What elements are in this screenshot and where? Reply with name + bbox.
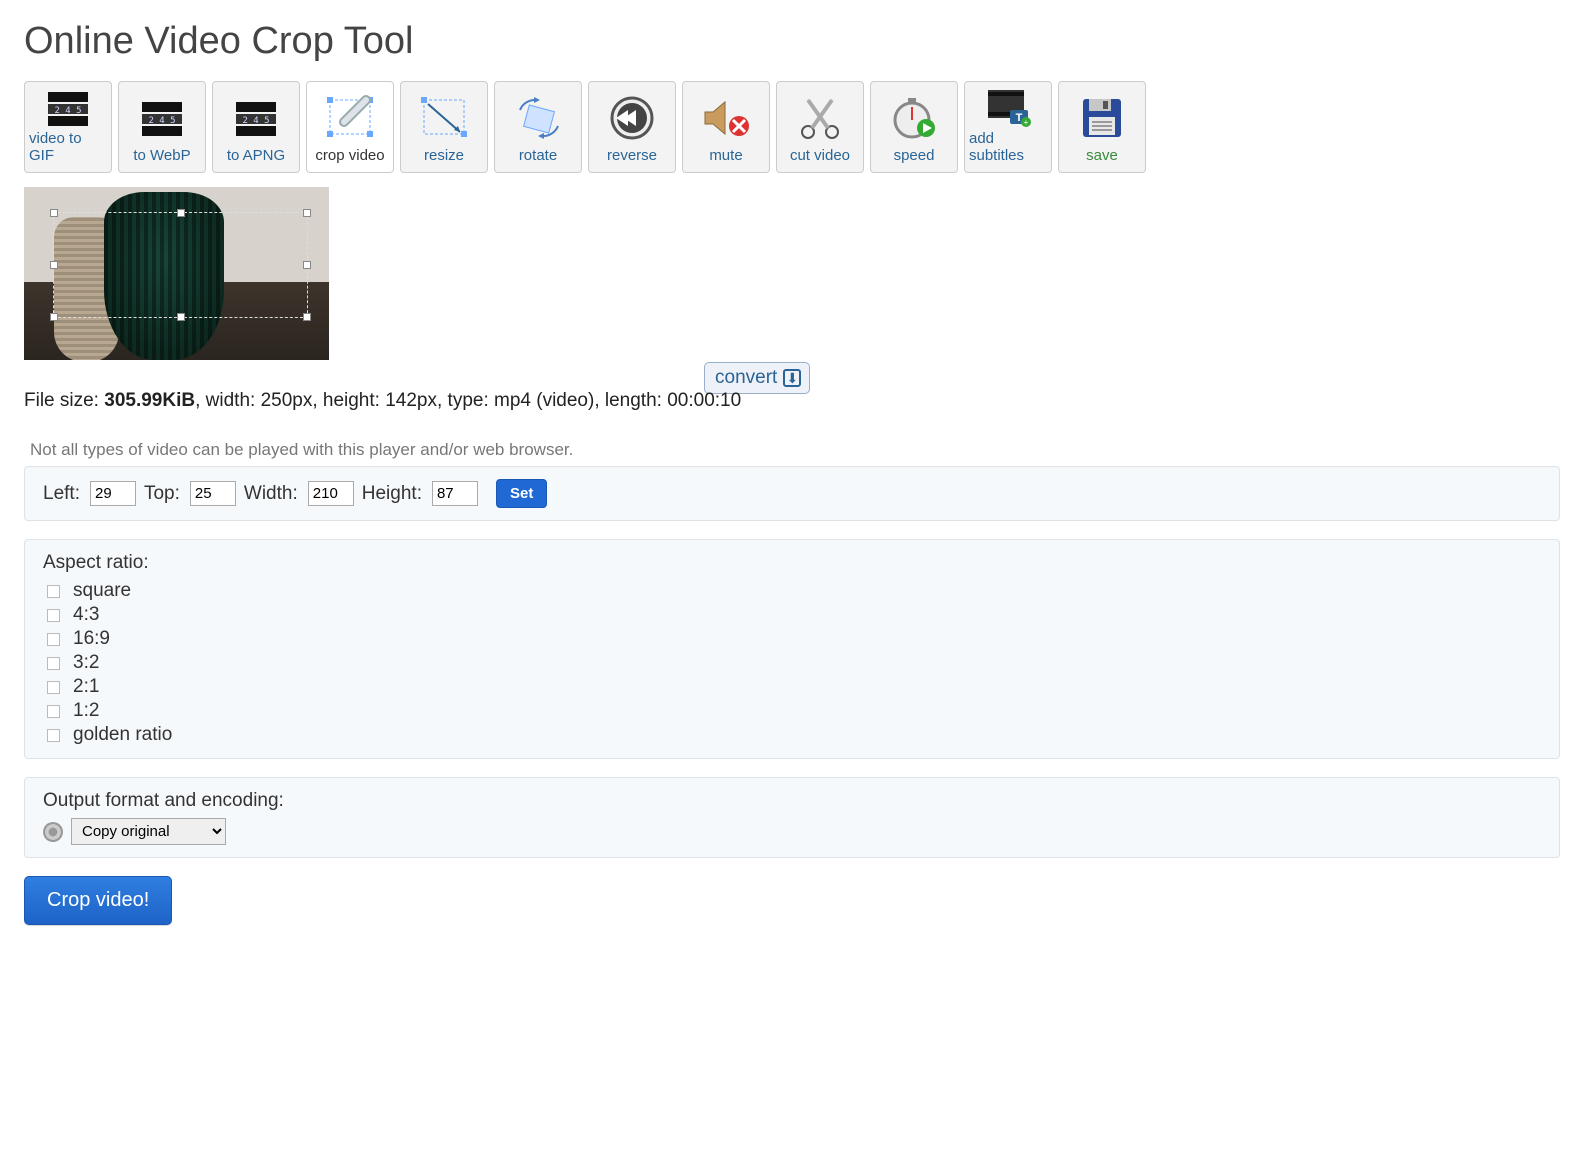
aspect-ratio-title: Aspect ratio: xyxy=(43,552,1541,574)
ratio-1-2[interactable]: 1:2 xyxy=(43,700,1541,722)
tool-label: save xyxy=(1086,147,1118,164)
crop-selection[interactable] xyxy=(53,212,308,318)
ratio-16-9[interactable]: 16:9 xyxy=(43,628,1541,650)
tool-cut-video[interactable]: cut video xyxy=(776,81,864,173)
crop-icon xyxy=(311,88,389,147)
tool-label: resize xyxy=(424,147,464,164)
tool-label: mute xyxy=(709,147,742,164)
crop-handle-se[interactable] xyxy=(303,313,311,321)
floppy-icon xyxy=(1063,88,1141,147)
crop-handle-w[interactable] xyxy=(50,261,58,269)
rotate-icon xyxy=(499,88,577,147)
ratio-2-1[interactable]: 2:1 xyxy=(43,676,1541,698)
stopwatch-icon xyxy=(875,88,953,147)
ratio-3-2[interactable]: 3:2 xyxy=(43,652,1541,674)
coordinates-panel: Left: Top: Width: Height: Set xyxy=(24,466,1560,521)
aspect-ratio-panel: Aspect ratio: square 4:3 16:9 3:2 2:1 1:… xyxy=(24,539,1560,759)
ratio-checkbox[interactable] xyxy=(47,681,60,694)
svg-text:+: + xyxy=(1024,118,1029,127)
tool-label: to WebP xyxy=(133,147,190,164)
tool-label: speed xyxy=(894,147,935,164)
tool-add-subtitles[interactable]: T+ add subtitles xyxy=(964,81,1052,173)
svg-text:2 4 5: 2 4 5 xyxy=(148,116,175,126)
video-preview[interactable] xyxy=(24,187,329,360)
ratio-4-3[interactable]: 4:3 xyxy=(43,604,1541,626)
height-label: Height: xyxy=(362,483,422,505)
width-label: Width: xyxy=(244,483,298,505)
ratio-square[interactable]: square xyxy=(43,580,1541,602)
top-input[interactable] xyxy=(190,481,236,506)
crop-handle-nw[interactable] xyxy=(50,209,58,217)
toolbar: 2 4 5 video to GIF 2 4 5 to WebP 2 4 5 t… xyxy=(24,81,1560,173)
top-label: Top: xyxy=(144,483,180,505)
crop-handle-sw[interactable] xyxy=(50,313,58,321)
scissors-icon xyxy=(781,88,859,147)
gear-icon xyxy=(43,822,63,842)
encoding-title: Output format and encoding: xyxy=(43,790,1541,812)
encoding-panel: Output format and encoding: Copy origina… xyxy=(24,777,1560,858)
crop-handle-n[interactable] xyxy=(177,209,185,217)
ratio-checkbox[interactable] xyxy=(47,729,60,742)
subtitles-icon: T+ xyxy=(969,82,1047,130)
height-input[interactable] xyxy=(432,481,478,506)
encoding-select[interactable]: Copy original xyxy=(71,818,226,845)
width-input[interactable] xyxy=(308,481,354,506)
convert-label: convert xyxy=(715,367,777,389)
ratio-checkbox[interactable] xyxy=(47,657,60,670)
tool-speed[interactable]: speed xyxy=(870,81,958,173)
tool-reverse[interactable]: reverse xyxy=(588,81,676,173)
clapper-icon: 2 4 5 xyxy=(29,86,107,130)
tool-rotate[interactable]: rotate xyxy=(494,81,582,173)
mute-icon xyxy=(687,88,765,147)
svg-text:2 4 5: 2 4 5 xyxy=(242,116,269,126)
tool-to-webp[interactable]: 2 4 5 to WebP xyxy=(118,81,206,173)
crop-handle-ne[interactable] xyxy=(303,209,311,217)
crop-handle-s[interactable] xyxy=(177,313,185,321)
tool-video-to-gif[interactable]: 2 4 5 video to GIF xyxy=(24,81,112,173)
tool-label: to APNG xyxy=(227,147,285,164)
svg-text:2 4 5: 2 4 5 xyxy=(54,106,81,116)
tool-label: add subtitles xyxy=(969,130,1047,164)
ratio-checkbox[interactable] xyxy=(47,609,60,622)
crop-video-button[interactable]: Crop video! xyxy=(24,876,172,925)
set-button[interactable]: Set xyxy=(496,479,547,508)
page-title: Online Video Crop Tool xyxy=(24,20,1560,63)
preview-area xyxy=(24,187,1560,360)
ratio-checkbox[interactable] xyxy=(47,585,60,598)
tool-label: rotate xyxy=(519,147,557,164)
tool-mute[interactable]: mute xyxy=(682,81,770,173)
tool-resize[interactable]: resize xyxy=(400,81,488,173)
tool-label: cut video xyxy=(790,147,850,164)
tool-label: crop video xyxy=(315,147,384,164)
ratio-checkbox[interactable] xyxy=(47,633,60,646)
left-input[interactable] xyxy=(90,481,136,506)
resize-icon xyxy=(405,88,483,147)
ratio-golden[interactable]: golden ratio xyxy=(43,724,1541,746)
tool-label: reverse xyxy=(607,147,657,164)
crop-handle-e[interactable] xyxy=(303,261,311,269)
left-label: Left: xyxy=(43,483,80,505)
clapper-icon: 2 4 5 xyxy=(217,88,295,147)
player-note: Not all types of video can be played wit… xyxy=(30,440,1560,460)
tool-save[interactable]: save xyxy=(1058,81,1146,173)
tool-to-apng[interactable]: 2 4 5 to APNG xyxy=(212,81,300,173)
tool-label: video to GIF xyxy=(29,130,107,164)
ratio-checkbox[interactable] xyxy=(47,705,60,718)
reverse-icon xyxy=(593,88,671,147)
download-icon: ⬇ xyxy=(783,369,801,387)
clapper-icon: 2 4 5 xyxy=(123,88,201,147)
tool-crop-video[interactable]: crop video xyxy=(306,81,394,173)
